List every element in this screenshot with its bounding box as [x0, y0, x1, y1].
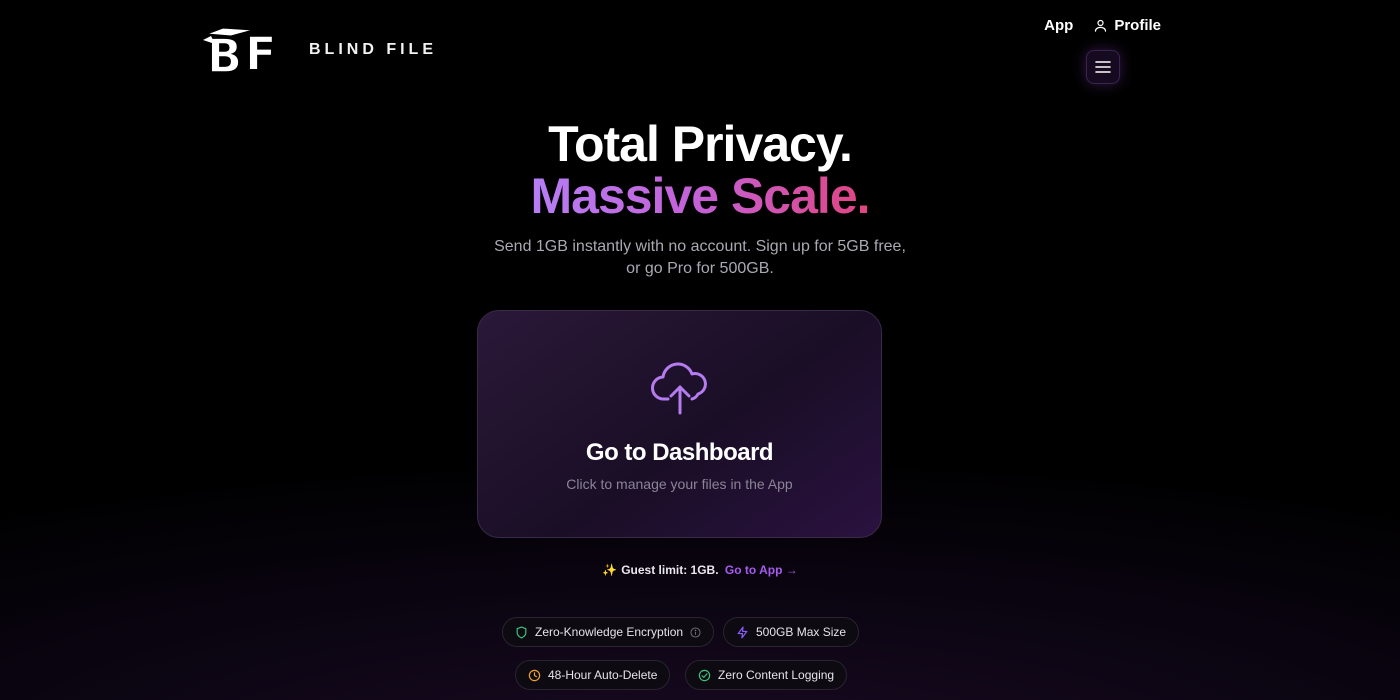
hero-subtitle: Send 1GB instantly with no account. Sign… [494, 238, 906, 277]
feature-pill-auto-delete: 48-Hour Auto-Delete [515, 660, 671, 690]
feature-label: Zero-Knowledge Encryption [535, 625, 684, 639]
card-subtitle: Click to manage your files in the App [566, 476, 793, 492]
user-icon [1095, 19, 1107, 32]
sparkles-icon: ✨ [602, 563, 618, 577]
check-circle-icon [698, 669, 711, 681]
hero-section: Total Privacy. Massive Scale. Send 1GB i… [0, 118, 1400, 280]
shield-icon [516, 625, 527, 639]
go-to-app-link[interactable]: Go to App → [725, 563, 798, 577]
lightning-icon [737, 625, 748, 639]
feature-pill-encryption: Zero-Knowledge Encryption [502, 617, 715, 647]
hero-title-line1: Total Privacy. [548, 116, 853, 172]
feature-label: Zero Content Logging [718, 668, 835, 682]
svg-text:F: F [245, 27, 276, 76]
brand-logo[interactable]: B F BLIND FILE [201, 24, 437, 76]
guest-limit-text: Guest limit: 1GB. [621, 563, 719, 577]
feature-label: 500GB Max Size [756, 625, 847, 639]
feature-pill-max-size: 500GB Max Size [723, 617, 860, 647]
nav-profile-label: Profile [1114, 17, 1161, 34]
top-nav: App Profile [1044, 17, 1161, 34]
hamburger-menu-button[interactable] [1086, 50, 1120, 84]
go-to-dashboard-card[interactable]: Go to Dashboard Click to manage your fil… [477, 310, 882, 538]
brand-name: BLIND FILE [309, 41, 437, 58]
hero-title-line2: Massive Scale. [530, 168, 870, 224]
hamburger-icon [1095, 61, 1111, 73]
cloud-upload-icon [651, 362, 707, 415]
card-title: Go to Dashboard [585, 439, 774, 466]
guest-limit-notice: ✨ Guest limit: 1GB. Go to App → [0, 563, 1400, 577]
feature-label: 48-Hour Auto-Delete [548, 668, 658, 682]
clock-icon [528, 669, 541, 681]
svg-text:B: B [207, 29, 242, 76]
bf-logo-icon: B F [203, 26, 277, 76]
info-icon[interactable] [690, 626, 701, 638]
feature-pill-content-logging: Zero Content Logging [685, 660, 848, 690]
nav-app-link[interactable]: App [1044, 17, 1073, 34]
nav-profile-link[interactable]: Profile [1093, 17, 1161, 34]
